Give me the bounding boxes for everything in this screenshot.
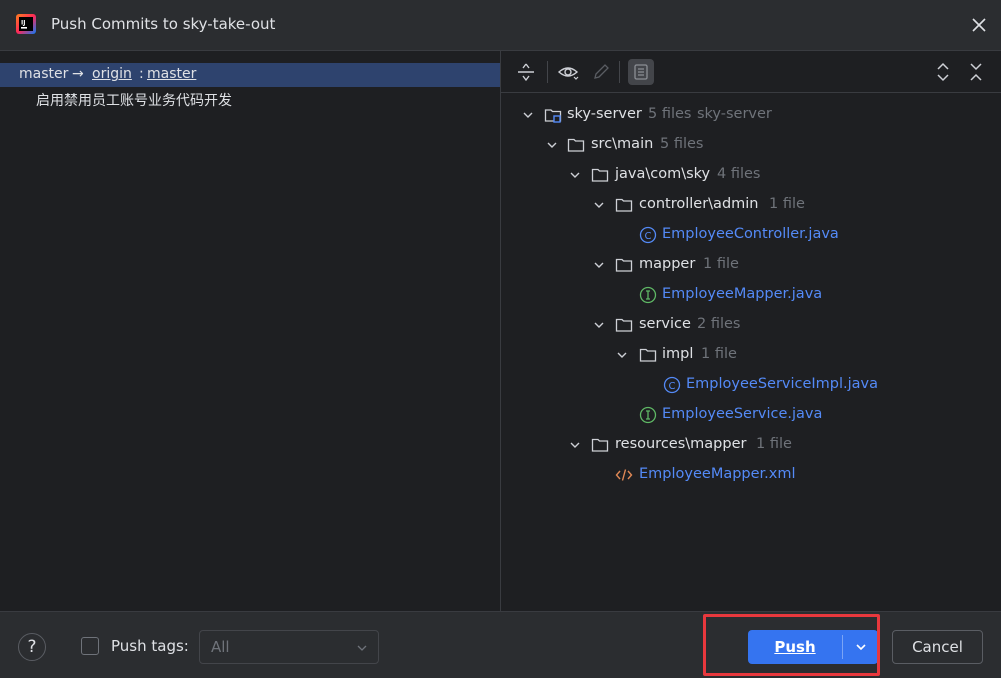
push-button[interactable]: Push [748,630,842,664]
java-interface-icon [639,286,657,304]
folder-icon [615,318,633,332]
chevron-down-icon[interactable] [545,138,559,152]
chevron-down-icon[interactable] [592,198,606,212]
folder-count: 1 file [701,346,737,362]
folder-name: mapper [639,256,696,272]
file-name: EmployeeController.java [662,226,839,242]
tree-file-employee-mapper-xml[interactable]: EmployeeMapper.xml [501,463,1001,487]
title-bar: IJ Push Commits to sky-take-out [0,0,1001,50]
remote-branch-link[interactable]: master [147,66,196,82]
folder-name: resources\mapper [615,436,747,452]
branch-separator: : [139,66,144,82]
file-name: EmployeeMapper.xml [639,466,796,482]
module-name: sky-server [567,106,642,122]
local-branch: master [19,66,69,82]
folder-name: src\main [591,136,654,152]
folder-count: 1 file [756,436,792,452]
folder-count: 2 files [697,316,741,332]
tree-node-module[interactable]: sky-server 5 files sky-server [501,103,1001,127]
svg-text:C: C [669,381,676,392]
tags-select-value: All [211,638,230,656]
folder-name: controller\admin [639,196,759,212]
folder-icon [639,348,657,362]
collapse-to-line-icon[interactable] [515,61,537,83]
collapse-all-icon[interactable] [965,61,987,83]
push-split-button: Push [748,630,878,664]
chevron-down-icon [357,645,367,651]
tree-node-java-pkg[interactable]: java\com\sky 4 files [501,163,1001,187]
expand-all-icon[interactable] [932,61,954,83]
pencil-icon [590,61,612,83]
list-view-icon[interactable] [628,59,654,85]
tree-node-impl[interactable]: impl 1 file [501,343,1001,367]
chevron-down-icon[interactable] [592,318,606,332]
file-name: EmployeeService.java [662,406,823,422]
close-icon[interactable] [968,14,990,36]
folder-icon [591,168,609,182]
file-name: EmployeeMapper.java [662,286,823,302]
tree-node-controller[interactable]: controller\admin 1 file [501,193,1001,217]
folder-name: java\com\sky [615,166,711,182]
tree-node-mapper[interactable]: mapper 1 file [501,253,1001,277]
tree-file-employee-service[interactable]: EmployeeService.java [501,403,1001,427]
intellij-idea-logo-icon: IJ [16,14,36,34]
folder-icon [567,138,585,152]
folder-name: service [639,316,691,332]
chevron-down-icon[interactable] [615,348,629,362]
push-tags-checkbox[interactable] [81,637,99,655]
branch-arrow: → [72,66,84,82]
folder-icon [615,198,633,212]
xml-file-icon [615,469,633,481]
chevron-down-icon[interactable] [568,168,582,182]
chevron-down-icon[interactable] [592,258,606,272]
tree-node-src-main[interactable]: src\main 5 files [501,133,1001,157]
folder-name: impl [662,346,694,362]
chevron-down-icon[interactable] [568,438,582,452]
remote-link[interactable]: origin [92,66,132,82]
folder-icon [615,258,633,272]
chevron-down-icon[interactable] [521,108,535,122]
eye-icon[interactable] [557,61,579,83]
folder-icon [591,438,609,452]
folder-count: 1 file [769,196,805,212]
help-button[interactable]: ? [18,633,46,661]
module-count: 5 files [648,106,692,122]
cancel-button[interactable]: Cancel [892,630,983,664]
push-tags-label: Push tags: [111,637,189,655]
tree-node-resources-mapper[interactable]: resources\mapper 1 file [501,433,1001,457]
tree-file-employee-service-impl[interactable]: C EmployeeServiceImpl.java [501,373,1001,397]
java-class-icon: C [639,226,657,244]
chevron-down-icon [855,644,866,651]
module-folder-icon [544,109,562,123]
changes-toolbar [501,51,1001,93]
commit-message[interactable]: 启用禁用员工账号业务代码开发 [36,90,232,110]
folder-count: 5 files [660,136,704,152]
changes-pane: sky-server 5 files sky-server src\main 5… [501,50,1001,611]
tree-file-employee-controller[interactable]: C EmployeeController.java [501,223,1001,247]
commits-pane: master → origin : master 启用禁用员工账号业务代码开发 [0,50,501,611]
push-options-dropdown[interactable] [843,630,878,664]
dialog-footer: ? Push tags: All Push Cancel [0,611,1001,678]
svg-text:C: C [645,231,652,242]
svg-text:IJ: IJ [21,20,25,27]
java-interface-icon [639,406,657,424]
java-class-icon: C [663,376,681,394]
folder-count: 4 files [717,166,761,182]
tags-select: All [199,630,379,664]
tree-file-employee-mapper[interactable]: EmployeeMapper.java [501,283,1001,307]
file-name: EmployeeServiceImpl.java [686,376,879,392]
window-title: Push Commits to sky-take-out [51,15,276,33]
folder-count: 1 file [703,256,739,272]
module-extra: sky-server [697,106,772,122]
tree-node-service[interactable]: service 2 files [501,313,1001,337]
branch-row[interactable]: master → origin : master [0,63,500,87]
